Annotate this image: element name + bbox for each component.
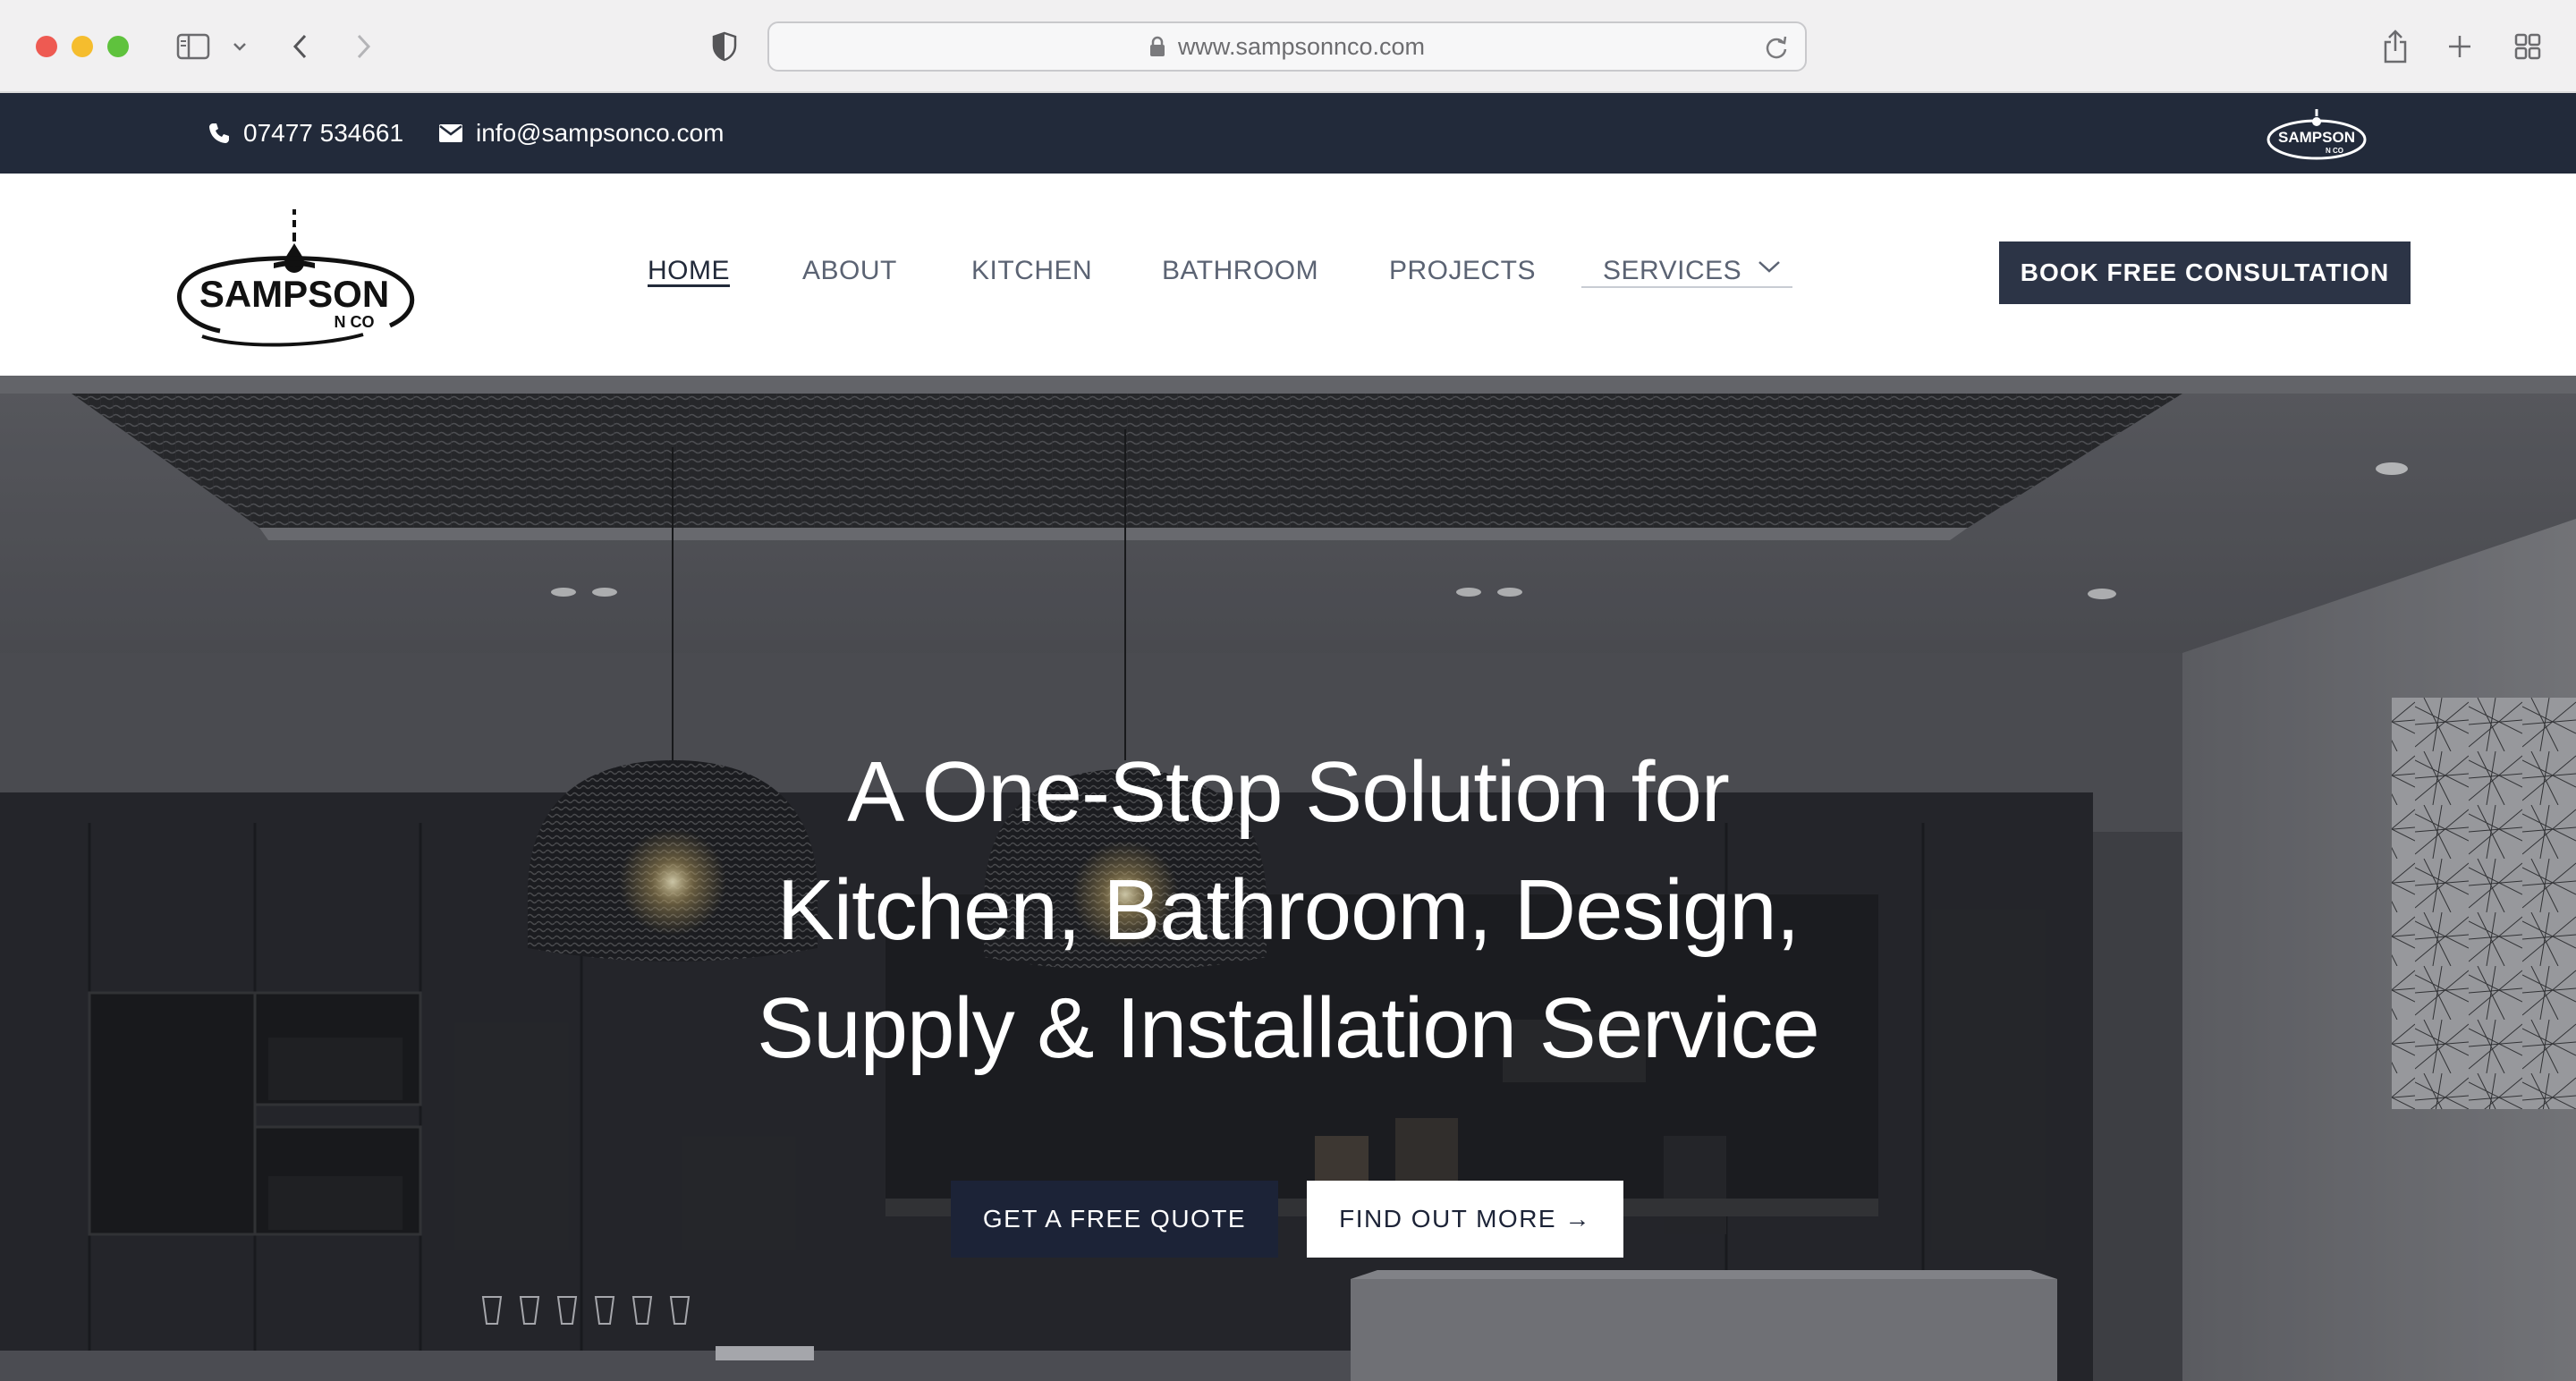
svg-text:SAMPSON: SAMPSON — [199, 273, 389, 315]
phone-number: 07477 534661 — [243, 119, 404, 147]
chevron-down-icon — [1758, 259, 1781, 274]
svg-text:SAMPSON: SAMPSON — [2278, 129, 2355, 146]
topbar-logo[interactable]: SAMPSON N CO — [2263, 106, 2370, 167]
maximize-window-button[interactable] — [107, 36, 129, 57]
back-icon[interactable] — [286, 25, 315, 68]
nav-services-label: SERVICES — [1603, 256, 1742, 285]
hero-title: A One-Stop Solution for Kitchen, Bathroo… — [572, 733, 2004, 1088]
email-link[interactable]: info@sampsonco.com — [438, 93, 724, 174]
nav-about[interactable]: ABOUT — [802, 256, 897, 286]
chevron-down-icon[interactable] — [229, 25, 250, 68]
share-icon[interactable] — [2379, 25, 2411, 68]
get-free-quote-button[interactable]: GET A FREE QUOTE — [951, 1181, 1278, 1258]
nav-home[interactable]: HOME — [648, 256, 730, 286]
svg-text:N CO: N CO — [335, 313, 375, 331]
nav-services-dropdown[interactable]: SERVICES — [1581, 245, 1792, 288]
new-tab-icon[interactable] — [2445, 25, 2474, 68]
browser-toolbar: www.sampsonnco.com — [0, 0, 2576, 93]
contact-bar: 07477 534661 info@sampsonco.com SAMPSON … — [0, 93, 2576, 174]
nav-kitchen[interactable]: KITCHEN — [971, 256, 1092, 286]
envelope-icon — [438, 123, 463, 143]
hero-title-line-2: Kitchen, Bathroom, Design, — [776, 862, 1801, 958]
email-address: info@sampsonco.com — [476, 119, 724, 147]
hero-title-line-3: Supply & Installation Service — [757, 980, 1820, 1076]
book-consultation-button[interactable]: BOOK FREE CONSULTATION — [1999, 241, 2411, 304]
address-bar[interactable]: www.sampsonnco.com — [767, 21, 1807, 72]
tab-overview-icon[interactable] — [2512, 25, 2544, 68]
site-logo[interactable]: SAMPSON N CO — [166, 204, 422, 355]
nav-bathroom[interactable]: BATHROOM — [1162, 256, 1318, 286]
minimize-window-button[interactable] — [72, 36, 93, 57]
lock-icon — [1149, 36, 1165, 57]
forward-icon[interactable] — [349, 25, 377, 68]
hero-title-line-1: A One-Stop Solution for — [847, 744, 1730, 840]
phone-link[interactable]: 07477 534661 — [208, 93, 403, 174]
svg-text:N CO: N CO — [2326, 147, 2343, 155]
privacy-shield-icon[interactable] — [710, 25, 739, 68]
phone-icon — [208, 122, 231, 145]
close-window-button[interactable] — [36, 36, 57, 57]
url-text: www.sampsonnco.com — [1177, 32, 1426, 60]
site-header: SAMPSON N CO HOME ABOUT KITCHEN BATHROOM… — [0, 174, 2576, 376]
find-out-more-button[interactable]: FIND OUT MORE → — [1307, 1181, 1623, 1258]
reload-icon[interactable] — [1764, 34, 1789, 61]
nav-projects[interactable]: PROJECTS — [1389, 256, 1536, 286]
sidebar-toggle-icon[interactable] — [175, 25, 211, 68]
hero-section: A One-Stop Solution for Kitchen, Bathroo… — [0, 376, 2576, 1381]
